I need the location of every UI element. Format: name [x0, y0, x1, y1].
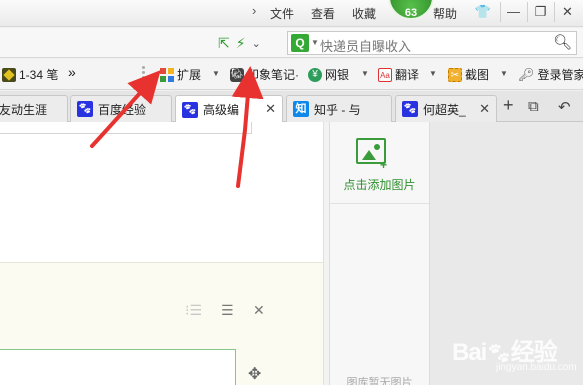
skin-icon[interactable]: 👕	[470, 2, 496, 22]
new-tab-button[interactable]: +	[503, 95, 514, 116]
toolbar-grip[interactable]	[142, 66, 146, 82]
chevron-right-icon[interactable]: ›	[252, 3, 256, 18]
ordered-list-icon[interactable]: ⁝☰	[185, 302, 202, 319]
menu-favorites[interactable]: 收藏	[352, 5, 376, 22]
tab-4[interactable]: 🐾︎ 何超英_ ✕	[395, 95, 497, 122]
watermark-brand: Bai	[452, 339, 487, 366]
translate-label: 翻译	[395, 68, 420, 82]
extensions-icon	[160, 67, 174, 82]
maximize-button[interactable]: ❐	[527, 2, 553, 22]
evernote-label: 印象笔记·	[247, 68, 299, 82]
unordered-list-icon[interactable]: ☰	[221, 302, 234, 319]
screenshot-caret-icon[interactable]: ▼	[500, 69, 508, 78]
close-tab-icon[interactable]: ✕	[479, 101, 490, 117]
search-input[interactable]: 快递员自曝收入	[320, 36, 411, 55]
tab-1[interactable]: 🐾︎ 百度经验	[70, 95, 172, 122]
add-image-label: 点击添加图片	[343, 178, 416, 192]
baidu-paw-icon: 🐾︎	[182, 101, 198, 118]
translate-caret-icon[interactable]: ▼	[429, 69, 437, 78]
scissors-icon: ✂	[448, 67, 462, 82]
extensions-label: 扩展	[177, 68, 202, 82]
menu-file[interactable]: 文件	[270, 5, 294, 22]
engine-caret-icon[interactable]: ▼	[311, 38, 319, 47]
address-actions: ⇱ ⚡ ⌄	[218, 32, 261, 54]
move-handle-icon[interactable]: ✥	[248, 364, 261, 384]
add-image-button[interactable]: + 点击添加图片	[330, 122, 429, 204]
screenshot-button[interactable]: ✂ 截图	[448, 66, 489, 83]
tab-label: 百度经验	[98, 102, 147, 117]
step-text-field[interactable]	[0, 349, 236, 385]
bookmark-folder[interactable]: 1-34 笔	[2, 66, 58, 83]
tab-2-active[interactable]: 🐾︎ 高级编 ✕	[175, 95, 283, 123]
tab-label: 友动生涯	[0, 102, 48, 117]
title-bar: › 文件 查看 收藏 63 帮助 👕 — ❐ ✕	[0, 0, 583, 27]
address-row: ⇱ ⚡ ⌄ Q ▼ 快递员自曝收入 🔍︎	[0, 28, 583, 58]
search-icon[interactable]: 🔍︎	[553, 33, 572, 51]
editor-area: ⁝☰ ☰ ✕ ✥	[0, 122, 323, 385]
image-library-panel: + 点击添加图片 图库暂无图片	[329, 122, 430, 385]
online-bank-caret-icon[interactable]: ▼	[361, 69, 369, 78]
zhihu-icon: 知	[293, 101, 309, 117]
translate-icon: Aa	[378, 67, 392, 82]
login-manager-label: 登录管家	[537, 68, 583, 82]
search-box[interactable]: Q ▼ 快递员自曝收入 🔍︎	[287, 31, 577, 55]
bookmark-toolbar: 1-34 笔 » 扩展 ▼ 🐘︎ 印象笔记· ¥ 网银 ▼ Aa 翻译 ▼ ✂ …	[0, 59, 583, 90]
lightning-icon[interactable]: ⚡	[236, 35, 246, 52]
close-window-button[interactable]: ✕	[554, 2, 580, 22]
restore-closed-tab-icon[interactable]: ↶	[558, 98, 571, 116]
translate-button[interactable]: Aa 翻译	[378, 66, 419, 83]
close-tab-icon[interactable]: ✕	[265, 101, 276, 117]
extensions-caret-icon[interactable]: ▼	[212, 69, 220, 78]
tab-label: 高级编	[203, 103, 240, 117]
key-icon: 🔑︎	[518, 66, 535, 82]
title-input-edge[interactable]	[0, 122, 252, 134]
extensions-button[interactable]: 扩展	[160, 66, 201, 83]
security-score-badge[interactable]: 63	[388, 0, 434, 20]
minimize-button[interactable]: —	[500, 2, 526, 22]
menu-view[interactable]: 查看	[311, 5, 335, 22]
chevron-down-icon[interactable]: ⌄	[252, 37, 261, 50]
online-bank-button[interactable]: ¥ 网银	[308, 66, 349, 83]
menu-help[interactable]: 帮助	[433, 5, 457, 22]
tab-3[interactable]: 知 知乎 - 与	[286, 95, 392, 122]
search-engine-icon[interactable]: Q	[291, 34, 309, 52]
tab-label: 何超英_	[423, 102, 466, 117]
online-bank-label: 网银	[325, 68, 350, 82]
bookmark-label: 1-34 笔	[19, 68, 59, 82]
bookmark-icon	[2, 67, 16, 82]
tab-label: 知乎 - 与	[314, 102, 361, 117]
plus-icon: +	[380, 158, 388, 172]
share-icon[interactable]: ⇱	[218, 35, 230, 52]
more-bookmarks-icon[interactable]: »	[68, 64, 76, 80]
baidu-paw-icon: 🐾︎	[402, 101, 418, 117]
empty-library-text: 图库暂无图片	[346, 377, 413, 385]
watermark-url: jingyan.baidu.com	[496, 362, 577, 373]
tab-list-icon[interactable]: ⧉	[528, 98, 539, 115]
screenshot-label: 截图	[465, 68, 490, 82]
baidu-paw-icon: 🐾︎	[77, 101, 93, 117]
shield-icon: ¥	[308, 67, 322, 82]
tab-0[interactable]: 友动生涯	[0, 95, 68, 122]
evernote-button[interactable]: 🐘︎ 印象笔记·	[230, 66, 299, 83]
evernote-icon: 🐘︎	[230, 67, 244, 82]
login-manager-button[interactable]: 🔑︎ 登录管家	[518, 66, 583, 83]
delete-step-icon[interactable]: ✕	[253, 302, 265, 319]
tab-bar: 友动生涯 🐾︎ 百度经验 🐾︎ 高级编 ✕ 知 知乎 - 与 🐾︎ 何超英_ ✕…	[0, 91, 583, 123]
